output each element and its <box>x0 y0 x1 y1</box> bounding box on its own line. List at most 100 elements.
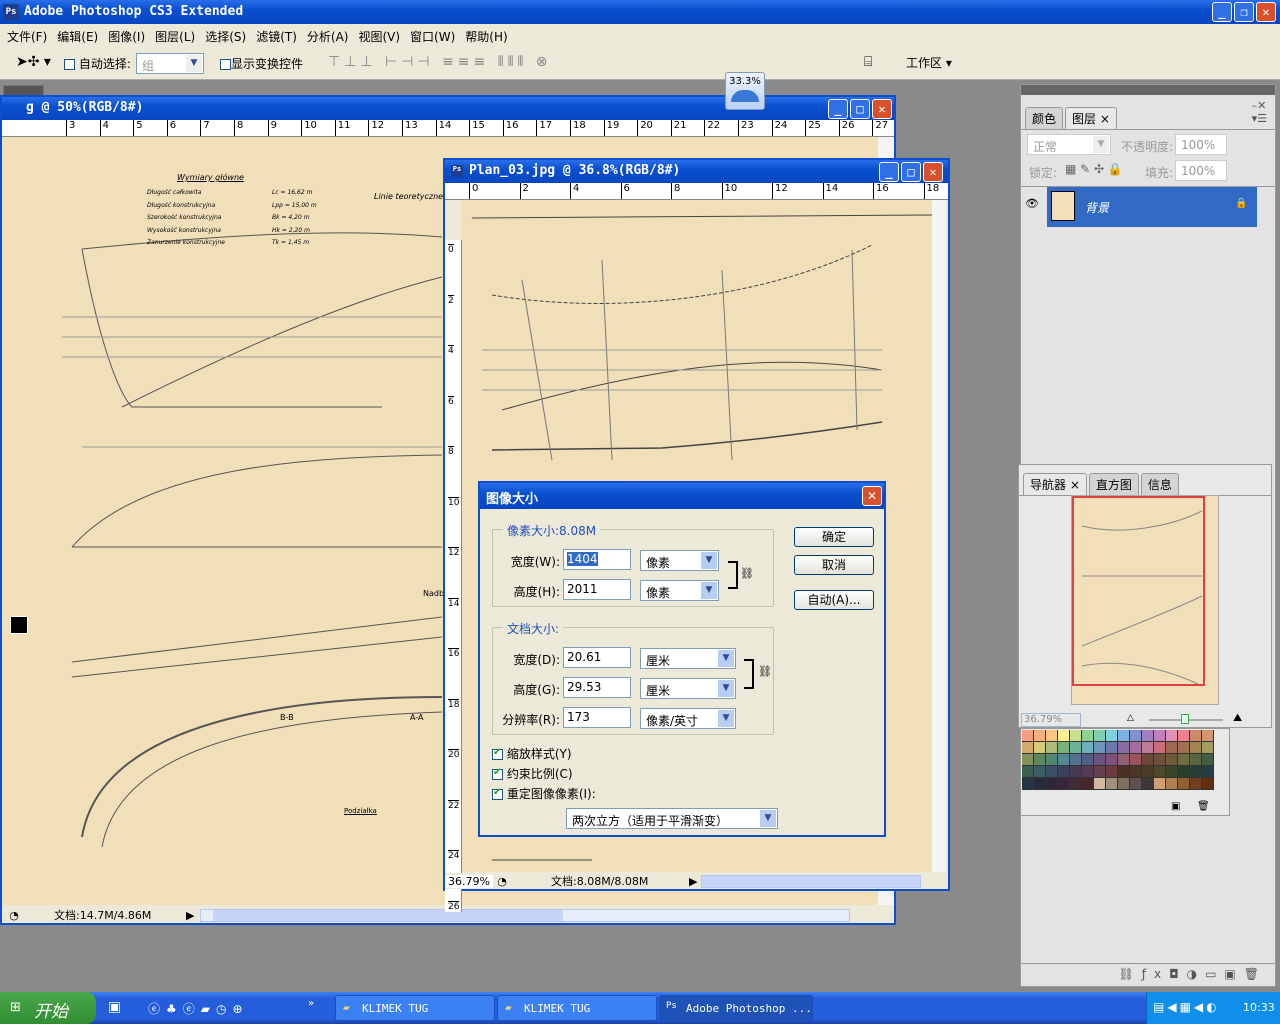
color-swatch[interactable] <box>1178 766 1190 778</box>
navigator-thumbnail[interactable] <box>1071 495 1219 705</box>
menu-layer[interactable]: 图层(L) <box>152 24 202 46</box>
color-swatch[interactable] <box>1154 778 1166 790</box>
taskbar-item-folder-1[interactable]: ▰ KLIMEK TUG <box>335 995 495 1021</box>
panel-menu-icon[interactable]: –✕ ▾☰ <box>1252 99 1267 125</box>
color-swatch[interactable] <box>1022 766 1034 778</box>
pixel-width-input[interactable]: 1404 <box>563 549 631 570</box>
taskbar-item-folder-2[interactable]: ▰ KLIMEK TUG <box>497 995 657 1021</box>
color-swatch[interactable] <box>1106 730 1118 742</box>
taskbar-item-photoshop[interactable]: Ps Adobe Photoshop ... <box>659 995 813 1021</box>
menu-analysis[interactable]: 分析(A) <box>304 24 356 46</box>
dock-grip[interactable] <box>1021 85 1275 95</box>
color-swatch[interactable] <box>1058 742 1070 754</box>
tab-layers[interactable]: 图层 × <box>1065 107 1117 129</box>
horizontal-scrollbar[interactable] <box>200 908 850 922</box>
doc-height-input[interactable]: 29.53 <box>563 677 631 698</box>
color-swatch[interactable] <box>1094 730 1106 742</box>
color-swatch[interactable] <box>1178 778 1190 790</box>
color-swatch[interactable] <box>1058 730 1070 742</box>
color-swatch[interactable] <box>1046 766 1058 778</box>
trash-icon[interactable]: 🗑 <box>1197 801 1210 812</box>
menu-help[interactable]: 帮助(H) <box>462 24 514 46</box>
color-swatch[interactable] <box>1118 778 1130 790</box>
resolution-unit-select[interactable]: 像素/英寸 ▼ <box>640 708 736 729</box>
color-swatch[interactable] <box>1070 730 1082 742</box>
navigator-view-box[interactable] <box>1072 496 1205 686</box>
color-swatch[interactable] <box>1058 754 1070 766</box>
zoom-slider[interactable] <box>1149 714 1223 724</box>
opacity-input[interactable]: 100% <box>1175 134 1227 155</box>
color-swatch[interactable] <box>1190 730 1202 742</box>
minimize-button[interactable]: _ <box>879 162 899 182</box>
status-menu-arrow[interactable]: ▶ <box>689 875 701 888</box>
eye-visibility-icon[interactable]: 👁 <box>1025 197 1039 210</box>
doc-height-unit-select[interactable]: 厘米 ▼ <box>640 678 736 699</box>
close-tab-icon[interactable]: × <box>1100 112 1110 126</box>
swatch-grid[interactable] <box>1021 729 1217 790</box>
layer-name[interactable]: 背景 <box>1085 199 1109 216</box>
status-menu-arrow[interactable]: ▶ <box>186 909 200 922</box>
color-swatch[interactable] <box>1130 754 1142 766</box>
close-button[interactable]: ✕ <box>1256 2 1276 22</box>
color-swatch[interactable] <box>1022 778 1034 790</box>
color-swatch[interactable] <box>1190 778 1202 790</box>
color-swatch[interactable] <box>1142 754 1154 766</box>
vertical-scrollbar[interactable] <box>932 200 946 872</box>
doc-width-unit-select[interactable]: 厘米 ▼ <box>640 648 736 669</box>
color-swatch[interactable] <box>1130 742 1142 754</box>
color-swatch[interactable] <box>1130 778 1142 790</box>
color-swatch[interactable] <box>1190 754 1202 766</box>
bridge-icon[interactable]: ⌸ <box>864 54 872 70</box>
color-swatch[interactable] <box>1082 754 1094 766</box>
color-swatch[interactable] <box>1082 742 1094 754</box>
minimize-button[interactable]: _ <box>1212 2 1232 22</box>
menu-view[interactable]: 视图(V) <box>355 24 407 46</box>
color-swatch[interactable] <box>1034 730 1046 742</box>
restore-button[interactable]: ❐ <box>1234 2 1254 22</box>
tab-info[interactable]: 信息 <box>1140 473 1179 495</box>
color-swatch[interactable] <box>1082 730 1094 742</box>
color-swatch[interactable] <box>1202 730 1214 742</box>
cancel-button[interactable]: 取消 <box>794 555 874 575</box>
quick-launch-more[interactable]: » <box>308 998 314 1009</box>
maximize-button[interactable]: □ <box>850 99 870 119</box>
zoom-field[interactable]: 36.79% <box>445 874 493 888</box>
foreground-color[interactable] <box>10 616 28 634</box>
color-swatch[interactable] <box>1142 778 1154 790</box>
color-swatch[interactable] <box>1130 766 1142 778</box>
workspace-menu[interactable]: 工作区 ▾ <box>906 54 952 71</box>
color-swatch[interactable] <box>1202 766 1214 778</box>
menu-filter[interactable]: 滤镜(T) <box>253 24 304 46</box>
color-swatch[interactable] <box>1034 742 1046 754</box>
show-desktop-icon[interactable]: ▣ <box>108 999 121 1015</box>
zoom-in-icon[interactable]: ⛰ <box>1233 711 1242 725</box>
color-swatch[interactable] <box>1058 778 1070 790</box>
pixel-height-input[interactable]: 2011 <box>563 579 631 600</box>
color-swatch[interactable] <box>1178 742 1190 754</box>
color-swatch[interactable] <box>1178 730 1190 742</box>
color-swatch[interactable] <box>1082 766 1094 778</box>
color-swatch[interactable] <box>1154 730 1166 742</box>
color-swatch[interactable] <box>1118 754 1130 766</box>
color-swatch[interactable] <box>1142 766 1154 778</box>
zoom-out-icon[interactable]: △ <box>1127 713 1134 723</box>
color-swatch[interactable] <box>1106 754 1118 766</box>
zoom-slider-thumb[interactable] <box>1180 714 1189 724</box>
color-swatch[interactable] <box>1154 754 1166 766</box>
color-swatch[interactable] <box>1094 766 1106 778</box>
tab-color[interactable]: 颜色 <box>1025 107 1064 129</box>
auto-button[interactable]: 自动(A)... <box>794 590 874 610</box>
color-swatch[interactable] <box>1154 766 1166 778</box>
color-swatch[interactable] <box>1166 742 1178 754</box>
color-swatch[interactable] <box>1034 754 1046 766</box>
color-swatch[interactable] <box>1070 766 1082 778</box>
tray-icons[interactable]: ▤◀▦◀◐ <box>1153 1000 1220 1014</box>
pixel-height-unit-select[interactable]: 像素 ▼ <box>640 580 719 601</box>
color-swatch[interactable] <box>1094 754 1106 766</box>
color-swatch[interactable] <box>1166 754 1178 766</box>
resolution-input[interactable]: 173 <box>563 707 631 728</box>
auto-select-checkbox[interactable]: 自动选择: <box>64 55 131 72</box>
resample-method-select[interactable]: 两次立方（适用于平滑渐变） ▼ <box>566 808 778 829</box>
status-icon[interactable]: ◔ <box>493 875 511 888</box>
fill-input[interactable]: 100% <box>1175 160 1227 181</box>
